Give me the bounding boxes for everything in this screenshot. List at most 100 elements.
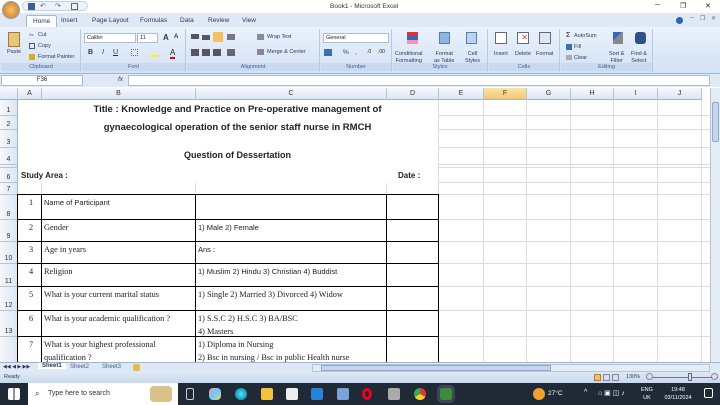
borders-icon[interactable] — [131, 49, 138, 56]
start-icon[interactable] — [8, 388, 20, 400]
question-number[interactable]: 3 — [29, 245, 33, 254]
column-header-j[interactable]: J — [658, 88, 702, 100]
italic-button[interactable]: I — [102, 49, 104, 56]
answer-options[interactable]: 1) Diploma in Nursing — [198, 340, 273, 349]
answer-options[interactable]: 1) Single 2) Married 3) Divorced 4) Wido… — [198, 290, 343, 299]
column-header-i[interactable]: I — [614, 88, 658, 100]
font-color-button[interactable]: A — [170, 48, 176, 59]
sheet-tab-sheet2[interactable]: Sheet2 — [70, 364, 89, 370]
row-header[interactable]: 4 — [0, 148, 18, 165]
question-number[interactable]: 4 — [29, 267, 33, 276]
answer-options[interactable]: 1) Muslim 2) Hindu 3) Christian 4) Buddi… — [198, 267, 337, 276]
align-right-icon[interactable] — [213, 49, 221, 56]
workbook-restore-button[interactable]: ❐ — [700, 15, 705, 22]
increase-decimal-icon[interactable]: .0 — [367, 49, 371, 55]
font-name-select[interactable]: Calibri — [84, 33, 136, 43]
align-center-icon[interactable] — [202, 49, 210, 56]
fx-button[interactable]: fx — [118, 76, 123, 83]
store-icon[interactable] — [286, 388, 298, 400]
zoom-slider-thumb[interactable] — [688, 373, 692, 381]
file-explorer-icon[interactable] — [261, 388, 273, 400]
zoom-level[interactable]: 130% — [626, 374, 640, 380]
workbook-close-button[interactable]: ✕ — [711, 15, 716, 22]
zoom-out-icon[interactable] — [646, 373, 653, 380]
wrap-text-button[interactable]: Wrap Text — [267, 34, 292, 40]
fill-button[interactable]: Fill — [574, 44, 581, 50]
grow-font-button[interactable]: A — [163, 33, 169, 42]
insert-button[interactable]: Insert — [494, 51, 508, 57]
row-header[interactable]: 12 — [0, 287, 18, 311]
save-icon[interactable] — [28, 3, 35, 10]
close-button[interactable]: ✕ — [705, 2, 711, 10]
question-text[interactable]: Religion — [44, 267, 73, 276]
copilot-icon[interactable] — [209, 388, 221, 400]
weather-temp[interactable]: 27°C — [548, 390, 563, 397]
name-box[interactable]: F36 — [1, 75, 83, 86]
question-text-2[interactable]: qualification ? — [44, 353, 92, 362]
merge-center-button[interactable]: Merge & Center — [267, 49, 306, 55]
bold-button[interactable]: B — [88, 49, 93, 56]
column-header-h[interactable]: H — [571, 88, 614, 100]
question-text[interactable]: What is your highest professional — [44, 340, 156, 349]
task-view-icon[interactable] — [186, 388, 194, 400]
row-header[interactable]: 3 — [0, 130, 18, 148]
opera-icon[interactable] — [362, 388, 372, 400]
sheet-nav-arrows[interactable]: ◀◀ ◀ ▶ ▶▶ — [3, 364, 30, 370]
sheet-tab-sheet1[interactable]: Sheet1 — [38, 363, 66, 369]
column-header-f[interactable]: F — [484, 88, 527, 100]
question-text[interactable]: What is your current marital status — [44, 290, 159, 299]
decrease-indent-icon[interactable] — [227, 49, 235, 56]
row-header[interactable]: 2 — [0, 116, 18, 130]
taskbar-search[interactable]: ⌕ Type here to search — [28, 383, 178, 405]
column-header-d[interactable]: D — [387, 88, 439, 100]
excel-icon[interactable] — [437, 385, 455, 403]
answer-options[interactable]: 1) S.S.C 2) H.S.C 3) BA/BSC — [198, 314, 298, 323]
chrome-icon[interactable] — [414, 388, 426, 400]
column-header-c[interactable]: C — [196, 88, 387, 100]
delete-button[interactable]: Delete — [515, 51, 531, 57]
align-top-icon[interactable] — [191, 34, 199, 39]
currency-icon[interactable] — [324, 49, 332, 56]
tray-chevron-icon[interactable]: ^ — [584, 389, 587, 396]
date-label[interactable]: Date : — [398, 171, 420, 180]
minimize-button[interactable]: ─ — [655, 2, 660, 9]
format-painter-button[interactable]: Format Painter — [38, 54, 74, 60]
row-header[interactable]: 1 — [0, 100, 18, 116]
clock[interactable]: 19:48 03/11/2024 — [660, 386, 696, 402]
answer-options-2[interactable]: 4) Masters — [198, 327, 233, 336]
row-header[interactable] — [0, 337, 18, 363]
worksheet-grid[interactable]: ABCDEFGHIJ 12345678910111213 Title : Kno… — [0, 88, 710, 363]
column-header-b[interactable]: B — [42, 88, 196, 100]
subtitle[interactable]: Question of Dessertation — [42, 150, 433, 160]
redo-icon[interactable]: ↷ — [55, 2, 61, 10]
zoom-slider[interactable] — [646, 373, 718, 381]
underline-button[interactable]: U — [113, 49, 118, 56]
number-format-select[interactable]: General — [323, 33, 389, 43]
align-middle-icon[interactable] — [202, 35, 210, 40]
column-header-e[interactable]: E — [439, 88, 484, 100]
clear-button[interactable]: Clear — [574, 55, 587, 61]
app2-icon[interactable] — [388, 388, 400, 400]
study-area-label[interactable]: Study Area : — [21, 171, 68, 180]
row-header[interactable]: 13 — [0, 311, 18, 337]
app-icon[interactable] — [337, 388, 349, 400]
align-left-icon[interactable] — [191, 49, 199, 56]
restore-button[interactable]: ❐ — [680, 2, 686, 10]
scroll-thumb[interactable] — [712, 102, 719, 142]
row-header[interactable]: 7 — [0, 183, 18, 195]
column-header-g[interactable]: G — [527, 88, 571, 100]
question-number[interactable]: 1 — [29, 198, 33, 207]
title-line-2[interactable]: gynaecological operation of the senior s… — [42, 122, 433, 133]
format-button[interactable]: Format — [536, 51, 553, 57]
mail-icon[interactable] — [311, 388, 323, 400]
notifications-icon[interactable] — [704, 388, 713, 398]
question-text[interactable]: What is your academic qualification ? — [44, 314, 170, 323]
copy-button[interactable]: Copy — [38, 43, 51, 49]
horizontal-scroll-thumb[interactable] — [321, 365, 551, 371]
answer-options[interactable]: 1) Male 2) Female — [198, 223, 259, 232]
title-line-1[interactable]: Title : Knowledge and Practice on Pre-op… — [42, 104, 433, 115]
row-header[interactable]: 9 — [0, 220, 18, 242]
decrease-decimal-icon[interactable]: .00 — [378, 49, 385, 55]
percent-button[interactable]: % — [343, 49, 349, 56]
comma-button[interactable]: , — [355, 49, 357, 56]
